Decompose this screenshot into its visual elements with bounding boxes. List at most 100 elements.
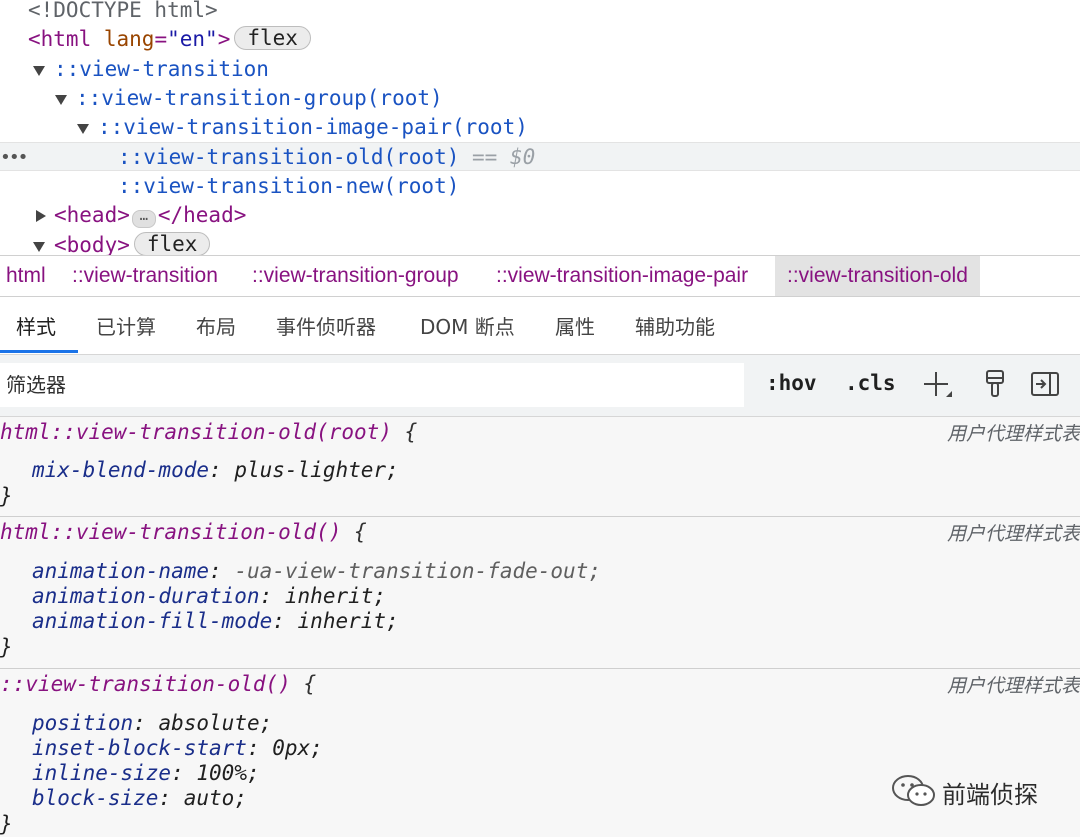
property-value: plus-lighter; bbox=[234, 458, 399, 482]
colon: : bbox=[259, 584, 273, 608]
tab-computed[interactable]: 已计算 bbox=[96, 297, 156, 354]
property-value: 0px; bbox=[272, 736, 323, 760]
body-open-tag: <body> bbox=[54, 233, 130, 255]
colon: : bbox=[209, 458, 222, 482]
tree-row-view-transition-old-selected[interactable]: ••• ::view-transition-old(root) == $0 bbox=[0, 142, 1080, 171]
property-value: 100%; bbox=[196, 761, 260, 785]
expand-triangle-icon[interactable] bbox=[33, 66, 45, 76]
property-value: -ua-view-transition-fade-out; bbox=[234, 559, 601, 583]
open-brace: { bbox=[303, 672, 317, 696]
colon: : bbox=[246, 736, 260, 760]
tab-dom-breakpoints[interactable]: DOM 断点 bbox=[420, 297, 515, 354]
cls-button[interactable]: .cls bbox=[845, 371, 896, 395]
expand-triangle-icon[interactable] bbox=[33, 242, 45, 252]
tab-styles[interactable]: 样式 bbox=[16, 297, 56, 354]
declaration[interactable]: block-size: auto; bbox=[32, 786, 247, 811]
tree-row-html[interactable]: <html lang="en"> flex bbox=[0, 25, 1080, 54]
declaration[interactable]: position: absolute; bbox=[32, 711, 272, 736]
doctype-text: <!DOCTYPE html> bbox=[28, 0, 218, 22]
property-name: animation-name bbox=[32, 559, 210, 583]
view-transition-new-node: ::view-transition-new(root) bbox=[118, 174, 460, 198]
html-open-tag: <html bbox=[28, 27, 92, 51]
head-node: <head>… </head> bbox=[54, 201, 246, 230]
rule-selector-line: ::view-transition-old() { bbox=[0, 672, 316, 697]
rule-selector: html::view-transition-old() bbox=[0, 520, 342, 544]
declaration[interactable]: mix-blend-mode: plus-lighter; bbox=[32, 458, 399, 483]
ellipsis-badge[interactable]: … bbox=[131, 209, 156, 228]
property-value: absolute; bbox=[158, 711, 273, 735]
html-attr-eq: = bbox=[154, 27, 168, 51]
property-name: inset-block-start bbox=[32, 736, 247, 760]
close-brace: } bbox=[0, 484, 13, 508]
html-node: <html lang="en"> flex bbox=[28, 25, 311, 54]
tree-row-view-transition-new[interactable]: ::view-transition-new(root) bbox=[0, 172, 1080, 201]
property-name: position bbox=[32, 711, 134, 735]
expand-triangle-icon[interactable] bbox=[77, 124, 89, 134]
colon: : bbox=[158, 786, 172, 810]
flex-badge[interactable]: flex bbox=[133, 232, 211, 255]
property-name: inline-size bbox=[32, 761, 172, 785]
declaration[interactable]: inset-block-start: 0px; bbox=[32, 736, 323, 761]
view-transition-image-pair-node: ::view-transition-image-pair(root) bbox=[98, 115, 528, 139]
tree-row-head[interactable]: <head>… </head> bbox=[0, 201, 1080, 230]
close-brace: } bbox=[0, 812, 13, 836]
tree-row-view-transition[interactable]: ::view-transition bbox=[0, 55, 1080, 84]
property-name: animation-fill-mode bbox=[32, 609, 273, 633]
colon: : bbox=[133, 711, 146, 735]
hov-button[interactable]: :hov bbox=[766, 371, 817, 395]
html-attr-name: lang bbox=[103, 27, 155, 51]
style-rule[interactable]: html::view-transition-old(root) { 用户代理样式… bbox=[0, 417, 1080, 517]
selected-node-marker: == $0 bbox=[472, 145, 536, 169]
tab-event-listeners[interactable]: 事件侦听器 bbox=[276, 297, 376, 354]
breadcrumb-view-transition-group[interactable]: ::view-transition-group bbox=[252, 256, 459, 296]
property-value: inherit; bbox=[284, 584, 387, 608]
more-options-icon[interactable]: ••• bbox=[0, 143, 28, 172]
tree-row-view-transition-group[interactable]: ::view-transition-group(root) bbox=[0, 84, 1080, 113]
declaration[interactable]: animation-duration: inherit; bbox=[32, 584, 386, 609]
tab-layout[interactable]: 布局 bbox=[196, 297, 236, 354]
expand-triangle-icon[interactable] bbox=[55, 95, 67, 105]
colon: : bbox=[209, 559, 222, 583]
breadcrumb: html ::view-transition ::view-transition… bbox=[0, 255, 1080, 297]
property-value: auto; bbox=[183, 786, 247, 810]
view-transition-node: ::view-transition bbox=[54, 57, 269, 81]
declaration[interactable]: animation-name: -ua-view-transition-fade… bbox=[32, 559, 601, 584]
open-brace: { bbox=[354, 520, 367, 544]
view-transition-group-node: ::view-transition-group(root) bbox=[76, 86, 443, 110]
rule-selector: ::view-transition-old() bbox=[0, 672, 291, 696]
declaration[interactable]: inline-size: 100%; bbox=[32, 761, 260, 786]
breadcrumb-view-transition[interactable]: ::view-transition bbox=[72, 256, 218, 296]
tree-row-view-transition-image-pair[interactable]: ::view-transition-image-pair(root) bbox=[0, 113, 1080, 142]
head-open-tag: <head> bbox=[54, 203, 130, 227]
body-node: <body> flex bbox=[54, 231, 211, 255]
filter-input[interactable] bbox=[0, 363, 744, 407]
tree-row-doctype[interactable]: <!DOCTYPE html> bbox=[0, 0, 1080, 25]
style-rule[interactable]: ::view-transition-old() { 用户代理样式表 positi… bbox=[0, 669, 1080, 837]
add-rule-icon[interactable] bbox=[922, 369, 952, 399]
collapse-triangle-icon[interactable] bbox=[36, 210, 46, 222]
property-name: animation-duration bbox=[32, 584, 260, 608]
property-name: block-size bbox=[32, 786, 159, 810]
flex-badge[interactable]: flex bbox=[234, 26, 311, 50]
declaration[interactable]: animation-fill-mode: inherit; bbox=[32, 609, 399, 634]
rule-selector-line: html::view-transition-old() { bbox=[0, 520, 367, 545]
breadcrumb-view-transition-image-pair[interactable]: ::view-transition-image-pair bbox=[496, 256, 748, 296]
property-name: mix-blend-mode bbox=[32, 458, 210, 482]
sidebar-tabs: 样式 已计算 布局 事件侦听器 DOM 断点 属性 辅助功能 bbox=[0, 297, 1080, 355]
breadcrumb-view-transition-old[interactable]: ::view-transition-old bbox=[775, 256, 980, 296]
rule-selector-line: html::view-transition-old(root) { bbox=[0, 420, 417, 445]
styles-toolbar: :hov .cls bbox=[0, 355, 1080, 417]
tab-properties[interactable]: 属性 bbox=[555, 297, 595, 354]
view-transition-old-node: ::view-transition-old(root) == $0 bbox=[118, 143, 535, 172]
open-brace: { bbox=[404, 420, 418, 444]
watermark-text: 前端侦探 bbox=[942, 781, 1038, 809]
rule-origin: 用户代理样式表 bbox=[946, 675, 1080, 697]
property-value: inherit; bbox=[297, 609, 399, 633]
style-rule[interactable]: html::view-transition-old() { 用户代理样式表 an… bbox=[0, 517, 1080, 669]
paint-brush-icon[interactable] bbox=[980, 369, 1010, 399]
breadcrumb-html[interactable]: html bbox=[6, 256, 46, 296]
toggle-sidebar-icon[interactable] bbox=[1030, 369, 1060, 399]
tab-accessibility[interactable]: 辅助功能 bbox=[635, 297, 715, 354]
rule-origin: 用户代理样式表 bbox=[946, 423, 1080, 445]
tree-row-body[interactable]: <body> flex bbox=[0, 231, 1080, 255]
